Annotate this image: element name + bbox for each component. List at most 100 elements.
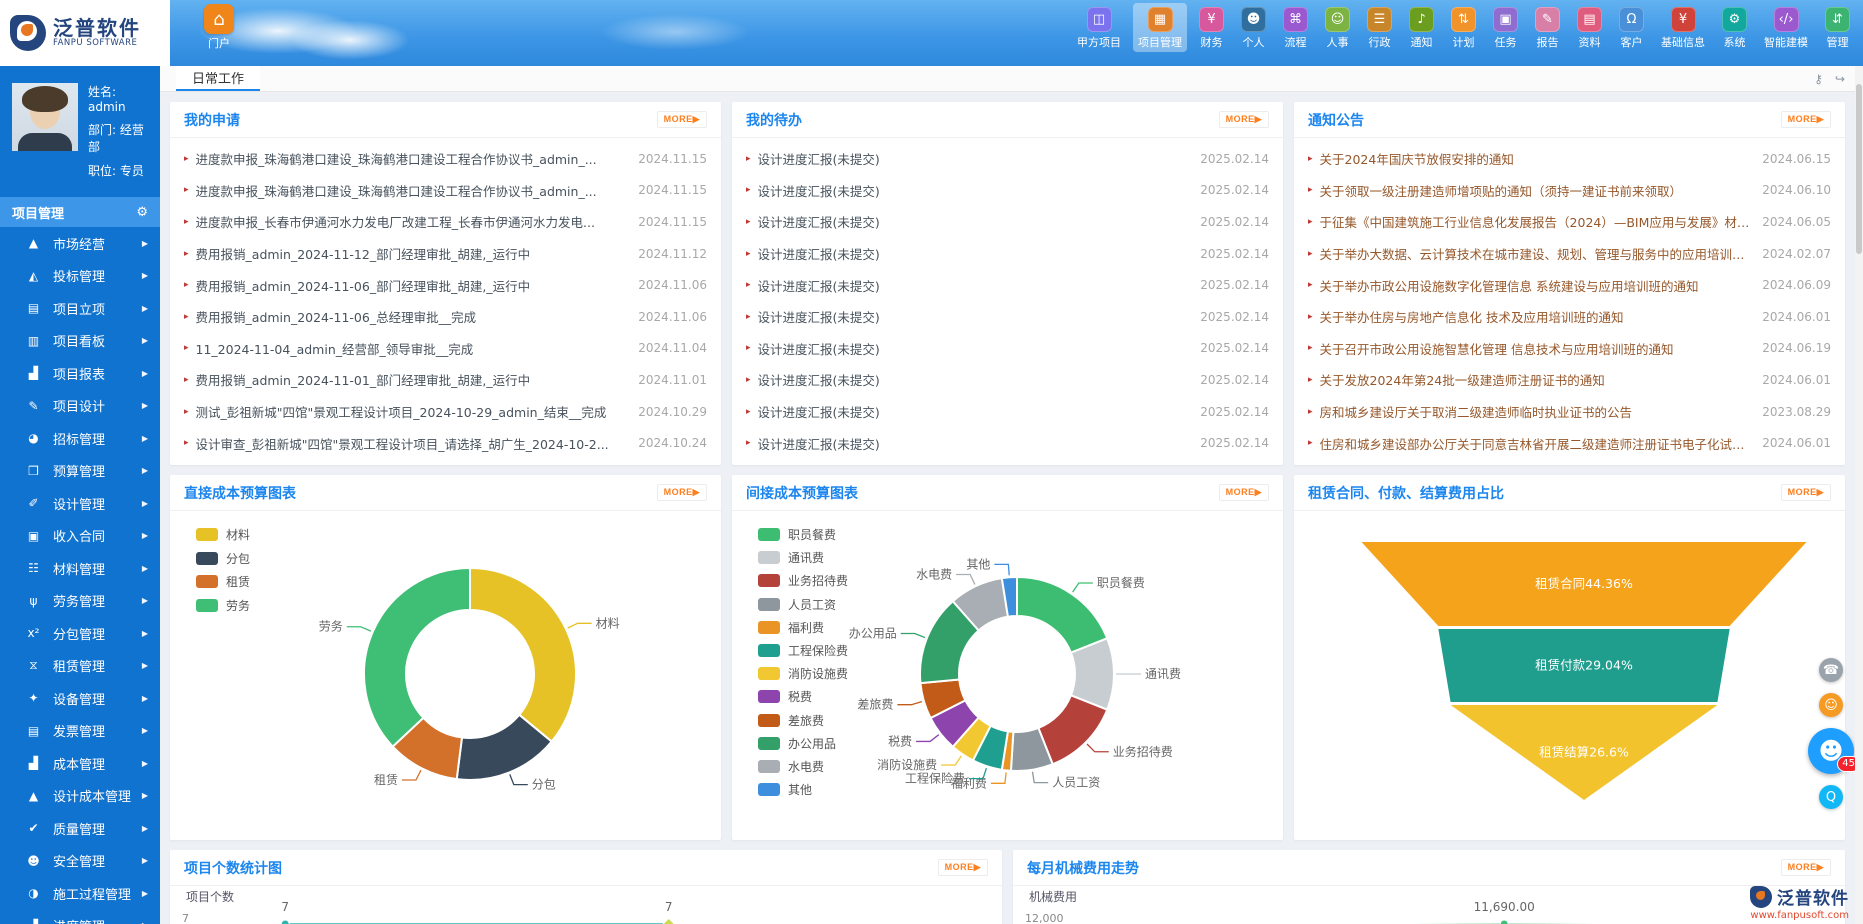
tab-daily-work[interactable]: 日常工作 bbox=[176, 66, 260, 91]
legend-item[interactable]: 办公用品 bbox=[758, 732, 848, 755]
sidebar-item[interactable]: ✎项目设计▶ bbox=[0, 390, 160, 423]
list-item[interactable]: ▸于征集《中国建筑施工行业信息化发展报告（2024）—BIM应用与发展》材料..… bbox=[1308, 206, 1831, 238]
list-item[interactable]: ▸设计进度汇报(未提交)2025.02.14 bbox=[746, 396, 1269, 428]
sidebar-item[interactable]: ▲设计成本管理▶ bbox=[0, 780, 160, 813]
donut-slice[interactable] bbox=[364, 568, 470, 747]
topnav-item[interactable]: ¥基础信息 bbox=[1656, 3, 1710, 52]
legend-item[interactable]: 工程保险费 bbox=[758, 639, 848, 662]
list-item[interactable]: ▸设计进度汇报(未提交)2025.02.14 bbox=[746, 333, 1269, 365]
more-button[interactable]: MORE▶ bbox=[1781, 859, 1831, 876]
list-item-text[interactable]: 关于举办市政公用设施数字化管理信息 系统建设与应用培训班的通知 bbox=[1320, 276, 1763, 295]
legend-item[interactable]: 租赁 bbox=[196, 570, 250, 594]
list-item[interactable]: ▸进度款申报_长春市伊通河水力发电厂改建工程_长春市伊通河水力发电...2024… bbox=[184, 206, 707, 238]
legend-item[interactable]: 职员餐费 bbox=[758, 523, 848, 546]
sidebar-item[interactable]: ▤项目立项▶ bbox=[0, 292, 160, 325]
list-item-text[interactable]: 房和城乡建设厅关于取消二级建造师临时执业证书的公告 bbox=[1320, 402, 1763, 421]
list-item-text[interactable]: 费用报销_admin_2024-11-12_部门经理审批_胡建,_运行中 bbox=[196, 244, 639, 263]
sidebar-item[interactable]: ▲市场经营▶ bbox=[0, 227, 160, 260]
list-item-text[interactable]: 费用报销_admin_2024-11-06_总经理审批__完成 bbox=[196, 307, 639, 326]
list-item[interactable]: ▸关于发放2024年第24批一级建造师注册证书的通知2024.06.01 bbox=[1308, 364, 1831, 396]
list-item-text[interactable]: 11_2024-11-04_admin_经营部_领导审批__完成 bbox=[196, 339, 639, 358]
list-item-text[interactable]: 关于举办大数据、云计算技术在城市建设、规划、管理与服务中的应用培训班... bbox=[1320, 244, 1763, 263]
legend-item[interactable]: 福利费 bbox=[758, 616, 848, 639]
legend-item[interactable]: 材料 bbox=[196, 523, 250, 547]
phone-icon[interactable]: ☎ bbox=[1819, 658, 1843, 682]
list-item-text[interactable]: 设计审查_彭祖新城"四馆"景观工程设计项目_请选择_胡广生_2024-10-2.… bbox=[196, 434, 639, 453]
legend-item[interactable]: 税费 bbox=[758, 685, 848, 708]
more-button[interactable]: MORE▶ bbox=[1781, 111, 1831, 128]
list-item[interactable]: ▸设计进度汇报(未提交)2025.02.14 bbox=[746, 301, 1269, 333]
list-item[interactable]: ▸费用报销_admin_2024-11-06_部门经理审批_胡建,_运行中202… bbox=[184, 269, 707, 301]
sidebar-item[interactable]: ⧖租赁管理▶ bbox=[0, 650, 160, 683]
list-item[interactable]: ▸设计进度汇报(未提交)2025.02.14 bbox=[746, 238, 1269, 270]
list-item[interactable]: ▸关于召开市政公用设施智慧化管理 信息技术与应用培训班的通知2024.06.19 bbox=[1308, 333, 1831, 365]
topnav-item[interactable]: ⇵管理 bbox=[1820, 3, 1855, 52]
list-item-text[interactable]: 设计进度汇报(未提交) bbox=[758, 149, 1201, 168]
list-item[interactable]: ▸费用报销_admin_2024-11-01_部门经理审批_胡建,_运行中202… bbox=[184, 364, 707, 396]
legend-item[interactable]: 差旅费 bbox=[758, 709, 848, 732]
chat-robot-icon[interactable]: ☻45 bbox=[1808, 728, 1854, 774]
scrollbar-thumb[interactable] bbox=[1856, 84, 1862, 254]
more-button[interactable]: MORE▶ bbox=[1219, 484, 1269, 501]
list-item-text[interactable]: 设计进度汇报(未提交) bbox=[758, 402, 1201, 421]
legend-item[interactable]: 业务招待费 bbox=[758, 569, 848, 592]
legend-item[interactable]: 劳务 bbox=[196, 594, 250, 618]
more-button[interactable]: MORE▶ bbox=[938, 859, 988, 876]
qq-icon[interactable]: Q bbox=[1819, 785, 1843, 809]
list-item-text[interactable]: 设计进度汇报(未提交) bbox=[758, 434, 1201, 453]
list-item-text[interactable]: 设计进度汇报(未提交) bbox=[758, 370, 1201, 389]
list-item[interactable]: ▸11_2024-11-04_admin_经营部_领导审批__完成2024.11… bbox=[184, 333, 707, 365]
topnav-item[interactable]: ☰行政 bbox=[1362, 3, 1397, 52]
list-item-text[interactable]: 住房和城乡建设部办公厅关于同意吉林省开展二级建造师注册证书电子化试点... bbox=[1320, 434, 1763, 453]
sidebar-item[interactable]: ▣收入合同▶ bbox=[0, 520, 160, 553]
topnav-item[interactable]: ¥财务 bbox=[1194, 3, 1229, 52]
settings-gear-icon[interactable]: ⚙ bbox=[136, 205, 148, 220]
topnav-item[interactable]: ◫甲方项目 bbox=[1072, 3, 1126, 52]
topnav-item[interactable]: ‹/›智能建模 bbox=[1759, 3, 1813, 52]
legend-item[interactable]: 通讯费 bbox=[758, 546, 848, 569]
topnav-item[interactable]: ⌘流程 bbox=[1278, 3, 1313, 52]
more-button[interactable]: MORE▶ bbox=[1781, 484, 1831, 501]
legend-item[interactable]: 水电费 bbox=[758, 755, 848, 778]
list-item-text[interactable]: 进度款申报_长春市伊通河水力发电厂改建工程_长春市伊通河水力发电... bbox=[196, 212, 639, 231]
list-item-text[interactable]: 测试_彭祖新城"四馆"景观工程设计项目_2024-10-29_admin_结束_… bbox=[196, 402, 639, 421]
legend-item[interactable]: 其他 bbox=[758, 778, 848, 801]
list-item[interactable]: ▸关于举办住房与房地产信息化 技术及应用培训班的通知2024.06.01 bbox=[1308, 301, 1831, 333]
topnav-item[interactable]: ☻个人 bbox=[1236, 3, 1271, 52]
key-icon[interactable]: ⚷ bbox=[1814, 72, 1823, 86]
logout-icon[interactable]: ↪ bbox=[1835, 72, 1845, 86]
sidebar-item[interactable]: ◑施工过程管理▶ bbox=[0, 877, 160, 910]
sidebar-item[interactable]: ☷材料管理▶ bbox=[0, 552, 160, 585]
list-item-text[interactable]: 关于发放2024年第24批一级建造师注册证书的通知 bbox=[1320, 370, 1763, 389]
list-item[interactable]: ▸房和城乡建设厅关于取消二级建造师临时执业证书的公告2023.08.29 bbox=[1308, 396, 1831, 428]
donut-slice[interactable] bbox=[1017, 577, 1107, 653]
topnav-item[interactable]: Ω客户 bbox=[1614, 3, 1649, 52]
sidebar-item[interactable]: ✐设计管理▶ bbox=[0, 487, 160, 520]
list-item-text[interactable]: 设计进度汇报(未提交) bbox=[758, 212, 1201, 231]
sidebar-item[interactable]: ▟成本管理▶ bbox=[0, 747, 160, 780]
topnav-item[interactable]: ✎报告 bbox=[1530, 3, 1565, 52]
smiley-service-icon[interactable]: ☺ bbox=[1819, 693, 1843, 717]
topnav-item[interactable]: ▣任务 bbox=[1488, 3, 1523, 52]
portal-home-button[interactable]: ⌂ 门户 bbox=[204, 4, 234, 51]
list-item-text[interactable]: 关于举办住房与房地产信息化 技术及应用培训班的通知 bbox=[1320, 307, 1763, 326]
sidebar-item[interactable]: x²分包管理▶ bbox=[0, 617, 160, 650]
list-item[interactable]: ▸测试_彭祖新城"四馆"景观工程设计项目_2024-10-29_admin_结束… bbox=[184, 396, 707, 428]
list-item[interactable]: ▸关于举办大数据、云计算技术在城市建设、规划、管理与服务中的应用培训班...20… bbox=[1308, 238, 1831, 270]
more-button[interactable]: MORE▶ bbox=[1219, 111, 1269, 128]
list-item[interactable]: ▸住房和城乡建设部办公厅关于同意吉林省开展二级建造师注册证书电子化试点...20… bbox=[1308, 427, 1831, 459]
legend-item[interactable]: 消防设施费 bbox=[758, 662, 848, 685]
topnav-item[interactable]: ☺人事 bbox=[1320, 3, 1355, 52]
sidebar-item[interactable]: ψ劳务管理▶ bbox=[0, 585, 160, 618]
list-item-text[interactable]: 设计进度汇报(未提交) bbox=[758, 244, 1201, 263]
list-item[interactable]: ▸进度款申报_珠海鹤港口建设_珠海鹤港口建设工程合作协议书_admin_...2… bbox=[184, 143, 707, 175]
sidebar-item[interactable]: ▟进度管理▶ bbox=[0, 910, 160, 924]
sidebar-item[interactable]: ▟项目报表▶ bbox=[0, 357, 160, 390]
list-item[interactable]: ▸设计进度汇报(未提交)2025.02.14 bbox=[746, 364, 1269, 396]
sidebar-item[interactable]: ❒预算管理▶ bbox=[0, 455, 160, 488]
list-item[interactable]: ▸关于举办市政公用设施数字化管理信息 系统建设与应用培训班的通知2024.06.… bbox=[1308, 269, 1831, 301]
legend-item[interactable]: 人员工资 bbox=[758, 593, 848, 616]
list-item-text[interactable]: 设计进度汇报(未提交) bbox=[758, 307, 1201, 326]
topnav-item[interactable]: ▤资料 bbox=[1572, 3, 1607, 52]
list-item[interactable]: ▸设计进度汇报(未提交)2025.02.14 bbox=[746, 175, 1269, 207]
